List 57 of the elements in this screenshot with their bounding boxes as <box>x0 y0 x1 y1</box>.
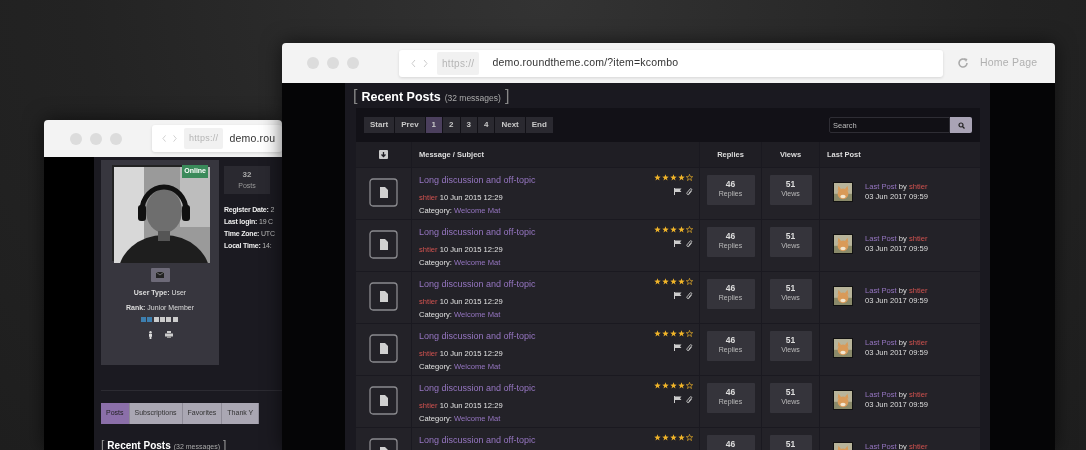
page-button[interactable]: Next <box>495 117 525 133</box>
male-icon <box>147 331 153 339</box>
bracket: [ <box>353 86 358 106</box>
message-button[interactable] <box>150 268 170 282</box>
count-value: 46 <box>725 179 736 189</box>
url-scheme: https:// <box>437 51 480 75</box>
bracket: ] <box>504 86 510 106</box>
section-title: Recent Posts <box>361 89 441 106</box>
topic-title[interactable]: Long discussion and off-topic <box>419 174 536 188</box>
topic-icon[interactable] <box>369 282 398 311</box>
paperclip-icon[interactable] <box>686 240 693 248</box>
page-button[interactable]: 3 <box>460 117 477 133</box>
flag-icon[interactable] <box>674 292 682 299</box>
paperclip-icon[interactable] <box>686 344 693 352</box>
topic-title[interactable]: Long discussion and off-topic <box>419 330 536 344</box>
address-text[interactable]: demo.rou <box>229 130 276 147</box>
flag-icon[interactable] <box>674 188 682 195</box>
section-title: Recent Posts <box>107 438 171 450</box>
topic-icon[interactable] <box>369 230 398 259</box>
stat-value: 32 <box>242 168 252 181</box>
count-value: 51 <box>785 231 796 241</box>
address-text[interactable]: demo.roundtheme.com/?item=kcombo <box>492 55 679 71</box>
topic-title[interactable]: Long discussion and off-topic <box>419 278 536 292</box>
topic-icon[interactable] <box>369 178 398 207</box>
count-value: 46 <box>725 439 736 449</box>
page-button[interactable]: Start <box>364 117 395 133</box>
flag-icon[interactable] <box>674 240 682 247</box>
count-value: 46 <box>725 335 736 345</box>
search-icon <box>957 121 965 129</box>
count-value: 51 <box>785 387 796 397</box>
paperclip-icon[interactable] <box>686 292 693 300</box>
count-value: 46 <box>725 387 736 397</box>
paperclip-icon[interactable] <box>686 188 693 196</box>
page-button[interactable]: Prev <box>395 117 425 133</box>
printer-icon[interactable] <box>164 331 173 338</box>
paperclip-icon[interactable] <box>686 396 693 404</box>
count-value: 46 <box>725 231 736 241</box>
download-icon[interactable] <box>379 150 388 159</box>
count-value: 51 <box>785 179 796 189</box>
search-button[interactable] <box>950 117 972 133</box>
topic-title[interactable]: Long discussion and off-topic <box>419 382 536 396</box>
topic-icon[interactable] <box>369 386 398 415</box>
mail-icon <box>156 272 164 278</box>
page-button[interactable]: End <box>525 117 553 133</box>
topic-title[interactable]: Long discussion and off-topic <box>419 226 536 240</box>
count-value: 46 <box>725 283 736 293</box>
page-button[interactable]: 2 <box>443 117 460 133</box>
topic-title[interactable]: Long discussion and off-topic <box>419 434 536 448</box>
count-value: 51 <box>785 283 796 293</box>
page-button[interactable]: 1 <box>425 117 443 133</box>
flag-icon[interactable] <box>674 396 682 403</box>
message-count: (32 messages) <box>444 92 501 105</box>
count-value: 51 <box>785 439 796 449</box>
flag-icon[interactable] <box>674 344 682 351</box>
page-button[interactable]: 4 <box>477 117 495 133</box>
topic-icon[interactable] <box>369 334 398 363</box>
count-value: 51 <box>785 335 796 345</box>
